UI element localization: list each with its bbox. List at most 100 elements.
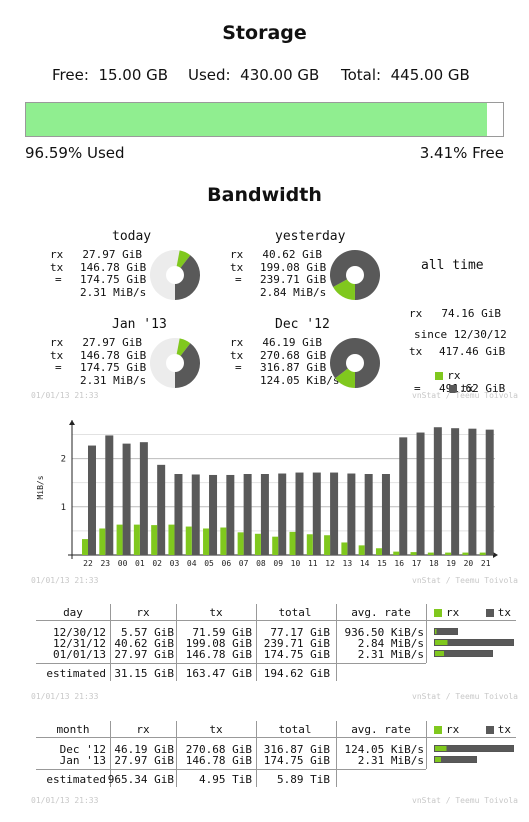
tx-swatch bbox=[485, 726, 494, 734]
tx-bar bbox=[451, 428, 460, 555]
rx-bar bbox=[324, 535, 331, 555]
tx-bar bbox=[312, 472, 321, 555]
tx-bar bbox=[174, 474, 183, 555]
pie-hole bbox=[166, 266, 184, 284]
summary-rx: 46.19 GiB bbox=[262, 336, 322, 349]
tx-bar bbox=[191, 474, 200, 555]
summary-rx-label: rx bbox=[50, 336, 64, 349]
rx-legend-label: rx bbox=[447, 369, 461, 382]
tx-bar bbox=[105, 435, 114, 555]
x-tick-label: 18 bbox=[429, 559, 439, 568]
x-tick-label: 23 bbox=[100, 559, 110, 568]
estimated-tx: 163.47 GiB bbox=[185, 667, 252, 680]
used-percent: 96.59% Used bbox=[25, 144, 125, 162]
y-axis-label: MiB/s bbox=[36, 475, 45, 499]
x-tick-label: 21 bbox=[481, 559, 491, 568]
free-label: Free: bbox=[52, 66, 89, 84]
summary-total: 174.75 GiB bbox=[80, 361, 147, 374]
summary-title: Dec '12 bbox=[275, 317, 330, 332]
tx-bar bbox=[226, 474, 235, 555]
x-tick-label: 06 bbox=[222, 559, 232, 568]
estimated-total: 5.89 TiB bbox=[277, 773, 330, 786]
tx-bar bbox=[122, 443, 131, 555]
column-header: day bbox=[63, 606, 83, 619]
rx-bar bbox=[375, 548, 382, 555]
column-divider bbox=[426, 721, 427, 769]
x-tick-label: 02 bbox=[152, 559, 162, 568]
rx-bar bbox=[479, 552, 486, 555]
daily-timestamp: 01/01/13 21:33 bbox=[31, 692, 99, 701]
x-tick-label: 20 bbox=[464, 559, 474, 568]
summary-rate: 124.05 KiB/s bbox=[260, 373, 340, 387]
rx-bar bbox=[82, 539, 88, 555]
summary-total-label: = bbox=[55, 273, 62, 286]
summary-title: yesterday bbox=[275, 229, 346, 244]
daily-credit: vnStat / Teemu Toivola bbox=[412, 692, 518, 701]
summary-total: 316.87 GiB bbox=[260, 361, 327, 374]
estimated-label: estimated bbox=[46, 667, 106, 680]
rx-bar bbox=[237, 532, 244, 555]
rx-bar bbox=[185, 526, 192, 555]
summary-total-label: = bbox=[235, 361, 242, 374]
summary-rate: 2.84 MiB/s bbox=[260, 285, 327, 299]
rx-bar bbox=[254, 533, 261, 555]
tx-bar bbox=[433, 427, 442, 555]
x-tick-label: 19 bbox=[446, 559, 456, 568]
column-header: tx bbox=[209, 606, 223, 619]
estimated-label: estimated bbox=[46, 773, 106, 786]
rx-bar bbox=[99, 528, 106, 555]
estimated-total: 194.62 GiB bbox=[263, 667, 330, 680]
x-tick-label: 12 bbox=[325, 559, 335, 568]
row-usage-bar bbox=[434, 650, 494, 657]
rx-bar bbox=[306, 534, 313, 555]
tx-bar bbox=[157, 464, 166, 555]
x-tick-label: 11 bbox=[308, 559, 318, 568]
summary-title: today bbox=[112, 229, 152, 244]
row-label: Jan '13 bbox=[59, 754, 106, 767]
tx-label: tx bbox=[497, 606, 511, 619]
summary-pie-1 bbox=[330, 250, 380, 300]
total-value: 445.00 GB bbox=[390, 66, 470, 84]
rx-bar bbox=[116, 524, 123, 555]
x-tick-label: 01 bbox=[135, 559, 145, 568]
row-tx: 146.78 GiB bbox=[185, 754, 252, 767]
tx-bar bbox=[88, 445, 96, 555]
y-tick-label: 1 bbox=[61, 503, 66, 513]
used-value: 430.00 GB bbox=[240, 66, 320, 84]
used-label: Used: bbox=[188, 66, 231, 84]
summary-rx-label: rx bbox=[230, 336, 244, 349]
rx-bar bbox=[341, 542, 348, 555]
free-value: 15.00 GB bbox=[98, 66, 169, 84]
rx-bar bbox=[462, 552, 469, 555]
tx-label: tx bbox=[497, 723, 511, 736]
estimated-tx: 4.95 TiB bbox=[199, 773, 252, 786]
table-legend: rx tx bbox=[434, 606, 511, 619]
storage-usage-fill bbox=[26, 103, 487, 136]
summary-total-label: = bbox=[235, 273, 242, 286]
tx-bar bbox=[416, 432, 425, 555]
tx-bar bbox=[468, 428, 477, 555]
x-tick-label: 07 bbox=[239, 559, 249, 568]
summary-total: 174.75 GiB bbox=[80, 273, 147, 286]
summary-rx: 27.97 GiB bbox=[82, 248, 142, 261]
rx-bar bbox=[410, 552, 417, 555]
tx-bar bbox=[209, 474, 218, 555]
summary-title: Jan '13 bbox=[112, 317, 167, 332]
all-time-rx-label: rx bbox=[409, 307, 423, 320]
y-tick-label: 2 bbox=[61, 455, 66, 465]
pie-hole bbox=[346, 354, 364, 372]
tx-bar bbox=[364, 474, 373, 555]
row-label: 01/01/13 bbox=[53, 648, 106, 661]
summary-rx-label: rx bbox=[230, 248, 244, 261]
monthly-timestamp: 01/01/13 21:33 bbox=[31, 796, 99, 805]
daily-table: day rx tx total avg. rate rx tx 12/30/12 5.57 G… bbox=[36, 604, 516, 684]
tx-bar bbox=[330, 472, 339, 555]
summary-rate: 2.31 MiB/s bbox=[80, 285, 147, 299]
summary-rate: 2.31 MiB/s bbox=[80, 373, 147, 387]
row-usage-bar bbox=[434, 745, 514, 752]
tx-bar bbox=[243, 474, 252, 555]
column-header: avg. rate bbox=[351, 606, 411, 619]
rx-label: rx bbox=[446, 723, 460, 736]
x-tick-label: 08 bbox=[256, 559, 266, 568]
total-label: Total: bbox=[341, 66, 382, 84]
